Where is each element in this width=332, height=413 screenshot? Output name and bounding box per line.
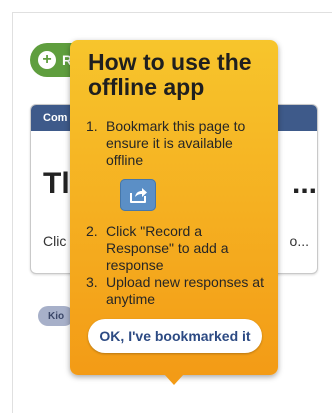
card-title-ellipsis: ... (291, 167, 317, 200)
step-number: 2. (86, 223, 98, 239)
step-item: 1. Bookmark this page to ensure it is av… (86, 118, 266, 169)
kiosk-chip[interactable]: Kio (38, 306, 75, 326)
step-text: Upload new responses at anytime (106, 274, 264, 307)
step-item: 2. Click "Record a Response" to add a re… (86, 223, 266, 274)
share-icon-glyph (130, 188, 147, 203)
step-number: 1. (86, 118, 98, 134)
step-text: Click "Record a Response" to add a respo… (106, 223, 229, 273)
step-number: 3. (86, 274, 98, 290)
app-frame: + R Com Tl ... Clic o... Kio How to use … (0, 0, 332, 413)
offline-help-popup: How to use the offline app 1. Bookmark t… (70, 40, 278, 375)
plus-icon: + (38, 51, 56, 69)
popup-arrow (164, 374, 184, 385)
card-description: Clic (43, 233, 67, 249)
step-text: Bookmark this page to ensure it is avail… (106, 118, 246, 168)
step-item: 3. Upload new responses at anytime (86, 274, 266, 308)
popup-title: How to use the offline app (88, 49, 252, 100)
card-title: Tl (43, 167, 70, 200)
share-icon (120, 179, 156, 211)
ok-bookmarked-button[interactable]: OK, I've bookmarked it (88, 319, 262, 353)
steps-list: 1. Bookmark this page to ensure it is av… (86, 118, 266, 308)
card-description-end: o... (289, 233, 309, 249)
